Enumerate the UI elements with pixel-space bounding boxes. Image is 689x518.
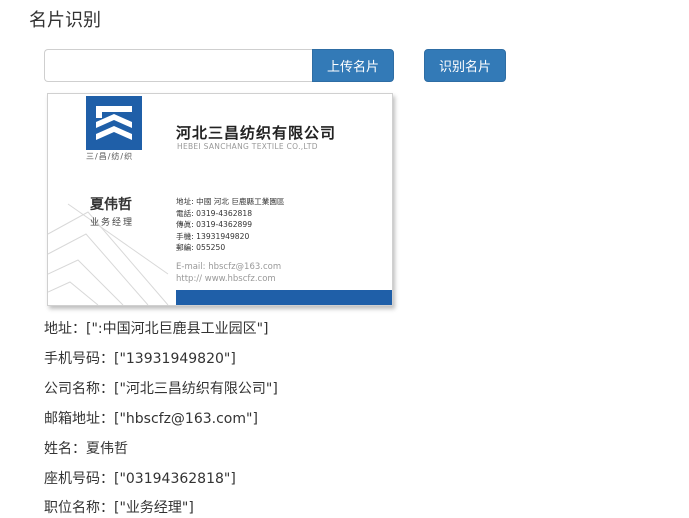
result-label: 手机号码： [44, 351, 114, 367]
result-label: 职位名称： [44, 500, 114, 516]
upload-card-button[interactable]: 上传名片 [312, 49, 394, 82]
card-person-name: 夏伟哲 [90, 197, 132, 213]
result-email: 邮箱地址：["hbscfz@163.com"] [44, 408, 258, 428]
card-contact-line: 電話: 0319-4362818 [176, 208, 253, 218]
result-value: ["hbscfz@163.com"] [114, 411, 258, 427]
result-value: ["河北三昌纺织有限公司"] [114, 381, 278, 397]
result-value: ["13931949820"] [114, 351, 236, 367]
page-title: 名片识别 [29, 10, 101, 31]
result-label: 公司名称： [44, 381, 114, 397]
result-company: 公司名称：["河北三昌纺织有限公司"] [44, 378, 278, 398]
card-company-name-en: HEBEI SANCHANG TEXTILE CO.,LTD [177, 142, 318, 151]
card-company-name: 河北三昌纺织有限公司 [176, 124, 337, 142]
result-position: 职位名称：["业务经理"] [44, 497, 194, 517]
card-contact-block: 地址: 中國 河北 巨鹿縣工業園區 電話: 0319-4362818 傳眞: 0… [176, 196, 285, 254]
result-value: 夏伟哲 [86, 441, 128, 457]
result-name: 姓名：夏伟哲 [44, 438, 128, 458]
card-website: http:// www.hbscfz.com [176, 274, 276, 284]
card-contact-line: 傳眞: 0319-4362899 [176, 220, 253, 229]
file-path-input[interactable] [44, 49, 312, 82]
result-label: 姓名： [44, 441, 86, 457]
card-color-bar [176, 290, 392, 305]
card-contact-line: 郵編: 055250 [176, 243, 226, 252]
result-landline: 座机号码：["03194362818"] [44, 468, 236, 488]
recognize-card-button[interactable]: 识别名片 [424, 49, 506, 82]
card-contact-line: 地址: 中國 河北 巨鹿縣工業園區 [176, 197, 285, 206]
business-card-image: 三/昌/纺/织 河北三昌纺织有限公司 HEBEI SANCHANG TEXTIL… [47, 93, 393, 306]
result-value: ["03194362818"] [114, 471, 236, 487]
logo-subtext: 三/昌/纺/织 [86, 152, 134, 161]
result-address: 地址：[":中国河北巨鹿县工业园区"] [44, 318, 269, 338]
card-email: E-mail: hbscfz@163.com [176, 262, 282, 272]
result-label: 地址： [44, 321, 86, 337]
result-value: ["业务经理"] [114, 500, 194, 516]
result-mobile: 手机号码：["13931949820"] [44, 348, 236, 368]
card-person-title: 业务经理 [90, 218, 135, 228]
company-logo [86, 96, 142, 150]
result-value: [":中国河北巨鹿县工业园区"] [86, 321, 269, 337]
result-label: 座机号码： [44, 471, 114, 487]
card-contact-line: 手機: 13931949820 [176, 231, 250, 241]
result-label: 邮箱地址： [44, 411, 114, 427]
